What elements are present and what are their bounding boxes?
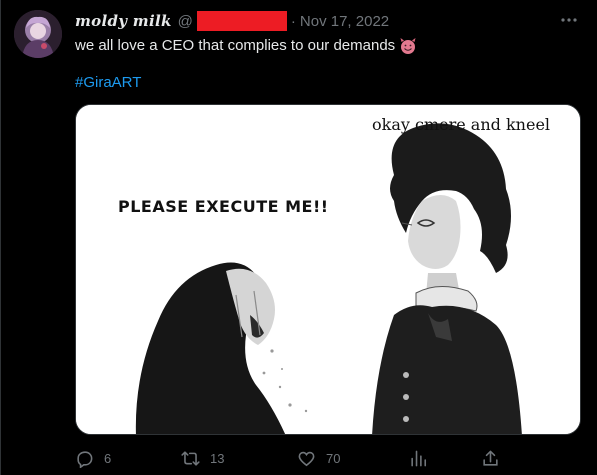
left-caption: PLEASE EXECUTE ME!! (118, 197, 329, 216)
right-caption: okay cmere and kneel (372, 115, 551, 134)
like-button[interactable]: 70 (297, 446, 340, 470)
handle-prefix[interactable]: @ (178, 13, 193, 30)
retweet-icon (181, 450, 200, 466)
smiling-face-with-horns-icon (399, 37, 417, 55)
tweet-text: we all love a CEO that complies to our d… (75, 36, 417, 56)
share-icon (483, 450, 498, 466)
tweet-date[interactable]: Nov 17, 2022 (300, 13, 389, 30)
retweet-button[interactable]: 13 (181, 446, 224, 470)
tweet-media[interactable]: PLEASE EXECUTE ME!! okay cmere and kneel (75, 104, 581, 435)
retweet-count: 13 (210, 450, 225, 466)
reply-button[interactable]: 6 (75, 446, 111, 470)
more-icon[interactable] (559, 10, 579, 30)
like-count: 70 (326, 450, 341, 466)
analytics-icon (411, 450, 427, 466)
avatar[interactable] (14, 10, 62, 58)
tweet[interactable]: moldy milk @ · Nov 17, 2022 we all love … (0, 0, 597, 475)
reply-icon (77, 450, 93, 468)
reply-count: 6 (104, 450, 112, 466)
heart-icon (298, 451, 315, 466)
analytics-button[interactable] (409, 446, 428, 470)
manga-illustration (76, 105, 580, 434)
hashtag-link[interactable]: #GiraART (75, 74, 141, 91)
action-bar: 6 13 70 (75, 446, 507, 470)
share-button[interactable] (481, 446, 500, 470)
tweet-header: moldy milk @ · Nov 17, 2022 (75, 10, 389, 32)
tweet-text-body: we all love a CEO that complies to our d… (75, 37, 396, 54)
redacted-handle (196, 11, 287, 31)
separator: · (290, 12, 296, 30)
display-name[interactable]: moldy milk (75, 12, 172, 30)
